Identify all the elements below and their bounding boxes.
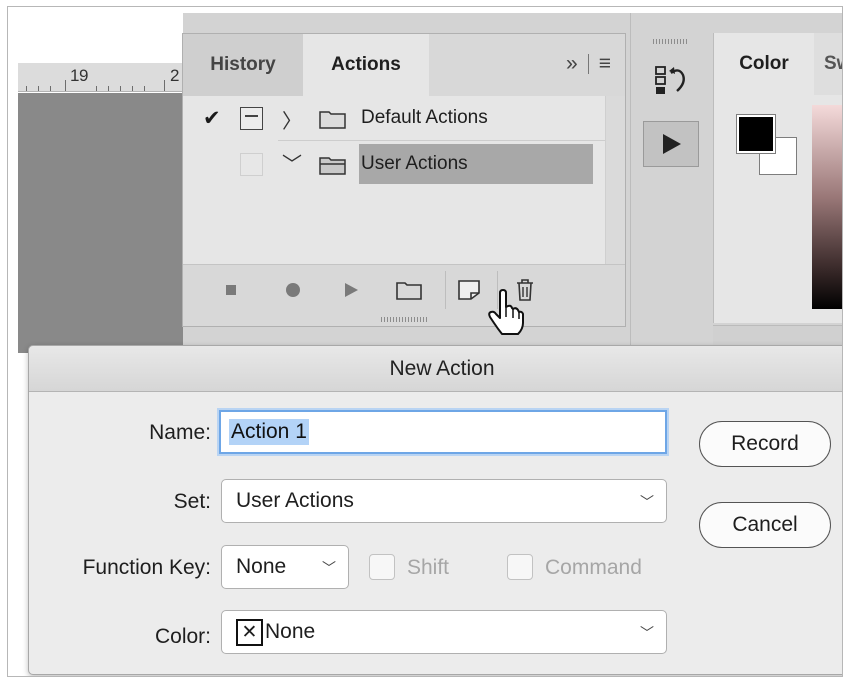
ruler-tick xyxy=(65,80,66,91)
name-input[interactable]: Action 1 xyxy=(219,410,667,454)
expand-panel-icon[interactable]: » xyxy=(566,52,578,76)
cancel-button[interactable]: Cancel xyxy=(699,502,831,548)
action-set-row[interactable]: ✔ 〉 Default Actions xyxy=(183,96,605,140)
panel-tools: » ≡ xyxy=(566,52,611,76)
ruler-tick xyxy=(120,86,121,91)
color-select-value: None xyxy=(265,620,316,643)
action-set-label: Default Actions xyxy=(361,107,488,128)
action-set-row[interactable]: ﹀ User Actions xyxy=(183,142,605,186)
tab-color[interactable]: Color xyxy=(714,33,814,95)
tab-actions[interactable]: Actions xyxy=(303,34,429,96)
function-key-label: Function Key: xyxy=(82,556,211,579)
command-checkbox[interactable] xyxy=(507,554,533,580)
color-body xyxy=(714,95,842,323)
command-label: Command xyxy=(545,556,642,579)
tools-divider xyxy=(587,54,589,74)
screenshot-frame: 19 2 History Actions » ≡ ✔ 〉 Default Act… xyxy=(7,6,843,677)
chevron-down-icon: ﹀ xyxy=(640,494,654,510)
foreground-color-swatch[interactable] xyxy=(736,114,776,154)
chevron-down-icon[interactable]: ﹀ xyxy=(282,148,302,177)
new-set-folder-icon[interactable] xyxy=(395,278,423,302)
strip-grip[interactable] xyxy=(653,39,689,44)
stop-icon[interactable] xyxy=(217,278,245,302)
tab-history[interactable]: History xyxy=(183,34,303,96)
ruler-tick xyxy=(26,86,27,91)
panel-menu-icon[interactable]: ≡ xyxy=(599,52,611,76)
folder-open-icon xyxy=(319,157,346,175)
row-divider xyxy=(278,140,605,141)
collapsed-panel-strip xyxy=(630,13,712,351)
chevron-right-icon[interactable]: 〉 xyxy=(282,105,302,134)
play-icon xyxy=(663,134,681,154)
shift-checkbox[interactable] xyxy=(369,554,395,580)
new-action-icon[interactable] xyxy=(455,278,483,302)
shift-label: Shift xyxy=(407,556,450,579)
ruler-tick xyxy=(144,86,145,91)
color-panel: Color Sw xyxy=(713,33,842,323)
set-select-value: User Actions xyxy=(236,489,354,512)
dialog-toggle-icon[interactable] xyxy=(240,153,263,176)
dialog-toggle-icon[interactable] xyxy=(240,107,263,130)
folder-icon xyxy=(319,111,346,129)
name-label: Name: xyxy=(149,421,211,444)
list-scrollbar[interactable] xyxy=(605,96,625,264)
chevron-down-icon: ﹀ xyxy=(640,625,654,641)
history-brush-icon[interactable] xyxy=(653,63,693,97)
set-select[interactable]: User Actions ﹀ xyxy=(221,479,667,523)
function-key-select[interactable]: None ﹀ xyxy=(221,545,349,589)
action-set-label: User Actions xyxy=(361,153,468,174)
chevron-down-icon: ﹀ xyxy=(322,560,336,576)
toolbar-divider xyxy=(445,271,446,309)
panel-resize-grip[interactable] xyxy=(381,317,427,322)
function-key-value: None xyxy=(236,555,287,578)
tab-swatches[interactable]: Sw xyxy=(824,33,842,95)
ruler-tick xyxy=(38,86,39,91)
ruler-tick xyxy=(96,86,97,91)
horizontal-ruler: 19 2 xyxy=(18,63,183,92)
ruler-tick xyxy=(164,80,165,91)
color-label: Color: xyxy=(154,625,211,648)
actions-panel: History Actions » ≡ ✔ 〉 Default Actions xyxy=(182,33,626,327)
actions-panel-button[interactable] xyxy=(643,121,699,167)
name-input-value: Action 1 xyxy=(229,419,309,445)
ruler-number: 19 xyxy=(70,66,88,85)
ruler-tick xyxy=(132,86,133,91)
no-color-x-icon: ✕ xyxy=(236,618,263,646)
checkmark-icon[interactable]: ✔ xyxy=(203,106,221,131)
set-label: Set: xyxy=(173,490,211,513)
new-action-dialog: New Action Name: Action 1 Set: User Acti… xyxy=(28,345,842,675)
record-icon[interactable] xyxy=(279,278,307,302)
play-icon[interactable] xyxy=(337,278,365,302)
actions-toolbar xyxy=(183,264,625,314)
actions-list: ✔ 〉 Default Actions ﹀ User Actions xyxy=(183,96,605,264)
dialog-title: New Action xyxy=(29,346,842,392)
record-button[interactable]: Record xyxy=(699,421,831,467)
hand-pointer-cursor-icon xyxy=(488,289,524,335)
color-picker-field[interactable] xyxy=(812,105,842,309)
ruler-number-cut: 2 xyxy=(170,66,179,85)
ruler-tick xyxy=(50,86,51,91)
document-canvas[interactable] xyxy=(18,93,186,353)
ruler-tick xyxy=(108,86,109,91)
color-select[interactable]: ✕ None ﹀ xyxy=(221,610,667,654)
